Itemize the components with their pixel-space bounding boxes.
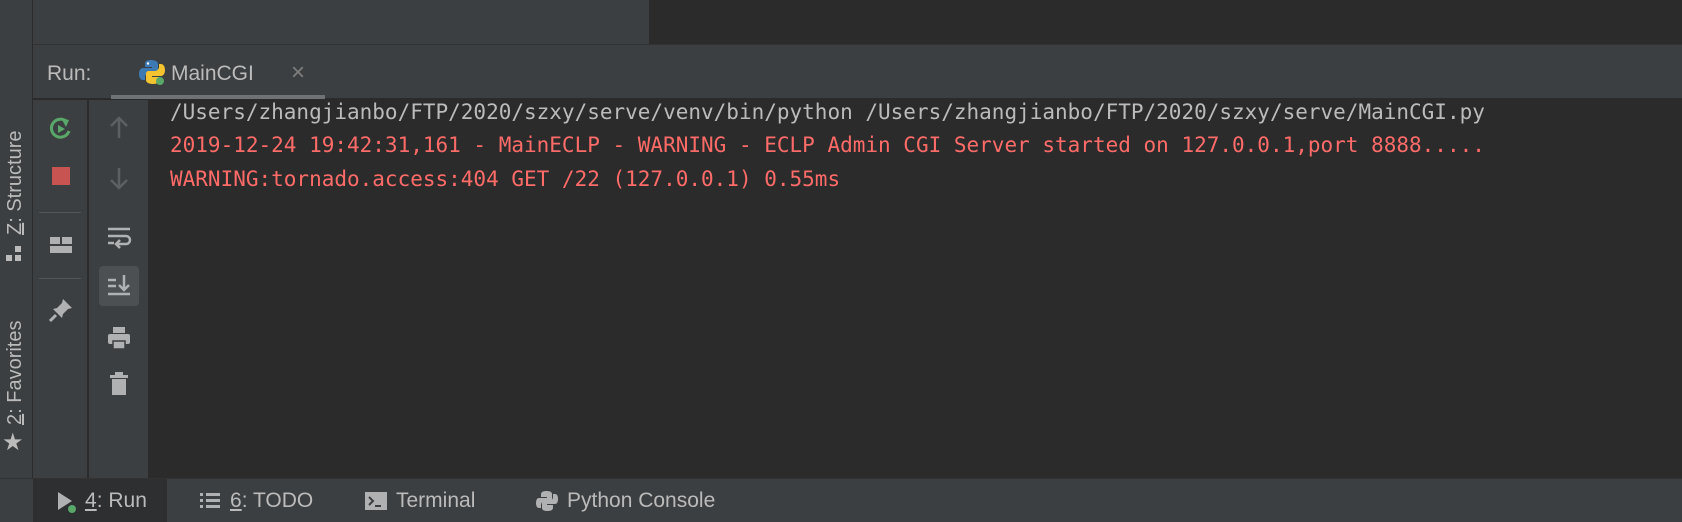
run-tab-label: MainCGI bbox=[171, 62, 254, 85]
rerun-icon bbox=[49, 117, 71, 139]
stop-button[interactable] bbox=[41, 156, 81, 196]
scroll-to-end-button[interactable] bbox=[99, 266, 139, 306]
soft-wrap-icon bbox=[108, 227, 132, 249]
clear-all-button[interactable] bbox=[99, 364, 139, 404]
run-toolbar-secondary bbox=[89, 100, 149, 478]
favorites-label: 2: Favorites bbox=[4, 320, 26, 425]
editor-area-top bbox=[33, 0, 1682, 45]
star-icon: ★ bbox=[2, 429, 24, 456]
toolbar-separator bbox=[39, 278, 81, 279]
run-toolbar-primary bbox=[33, 100, 88, 478]
bottom-tab-run[interactable]: 4: Run bbox=[33, 479, 167, 522]
rerun-button[interactable] bbox=[41, 108, 81, 148]
structure-icon bbox=[6, 246, 21, 261]
favorites-side-tab[interactable]: 2: Favorites ★ bbox=[0, 295, 33, 465]
editor-tab-strip bbox=[33, 0, 650, 44]
console-line-warning: 2019-12-24 19:42:31,161 - MainECLP - WAR… bbox=[170, 133, 1485, 157]
scroll-to-end-icon bbox=[108, 275, 130, 296]
stop-icon bbox=[52, 167, 70, 185]
terminal-icon bbox=[364, 489, 388, 513]
run-label: Run: bbox=[47, 62, 92, 85]
restore-layout-icon bbox=[50, 237, 72, 253]
active-tab-indicator bbox=[111, 95, 325, 99]
left-tool-strip: Z: Structure 2: Favorites ★ bbox=[0, 0, 33, 487]
previous-occurrence-button[interactable] bbox=[99, 108, 139, 148]
run-tab-maincgi[interactable]: MainCGI × bbox=[111, 45, 325, 99]
next-occurrence-button[interactable] bbox=[99, 158, 139, 198]
restore-layout-button[interactable] bbox=[41, 225, 81, 265]
pin-tab-button[interactable] bbox=[41, 290, 81, 330]
bottom-tool-window-bar: 4: Run 6: TODO Terminal Python Console bbox=[0, 478, 1682, 522]
toolbar-separator bbox=[39, 212, 81, 213]
run-icon bbox=[53, 489, 77, 513]
pin-icon bbox=[48, 299, 72, 323]
bottom-tab-python-console-label: Python Console bbox=[567, 489, 716, 512]
trash-icon bbox=[110, 372, 128, 395]
bottom-tab-terminal[interactable]: Terminal bbox=[364, 479, 475, 522]
console-line-warning: WARNING:tornado.access:404 GET /22 (127.… bbox=[170, 167, 841, 191]
structure-label: Z: Structure bbox=[4, 130, 26, 235]
run-panel-header: Run: MainCGI × bbox=[33, 45, 1682, 99]
todo-list-icon bbox=[198, 489, 222, 513]
bottom-tab-terminal-label: Terminal bbox=[396, 489, 476, 512]
python-console-icon bbox=[535, 489, 559, 513]
bottom-tab-todo[interactable]: 6: TODO bbox=[198, 479, 313, 522]
soft-wrap-button[interactable] bbox=[99, 216, 139, 256]
bottom-tab-python-console[interactable]: Python Console bbox=[535, 479, 715, 522]
print-icon bbox=[108, 327, 130, 350]
console-line-command: /Users/zhangjianbo/FTP/2020/szxy/serve/v… bbox=[170, 100, 1485, 124]
console-output[interactable]: /Users/zhangjianbo/FTP/2020/szxy/serve/v… bbox=[150, 100, 1682, 478]
down-arrow-icon bbox=[110, 168, 128, 190]
close-icon[interactable]: × bbox=[291, 59, 305, 87]
print-button[interactable] bbox=[99, 318, 139, 358]
python-icon bbox=[139, 60, 165, 85]
up-arrow-icon bbox=[110, 116, 128, 138]
bottom-tab-todo-label: 6: TODO bbox=[230, 489, 314, 512]
structure-side-tab[interactable]: Z: Structure bbox=[0, 95, 33, 265]
bottom-tab-run-label: 4: Run bbox=[85, 489, 147, 512]
